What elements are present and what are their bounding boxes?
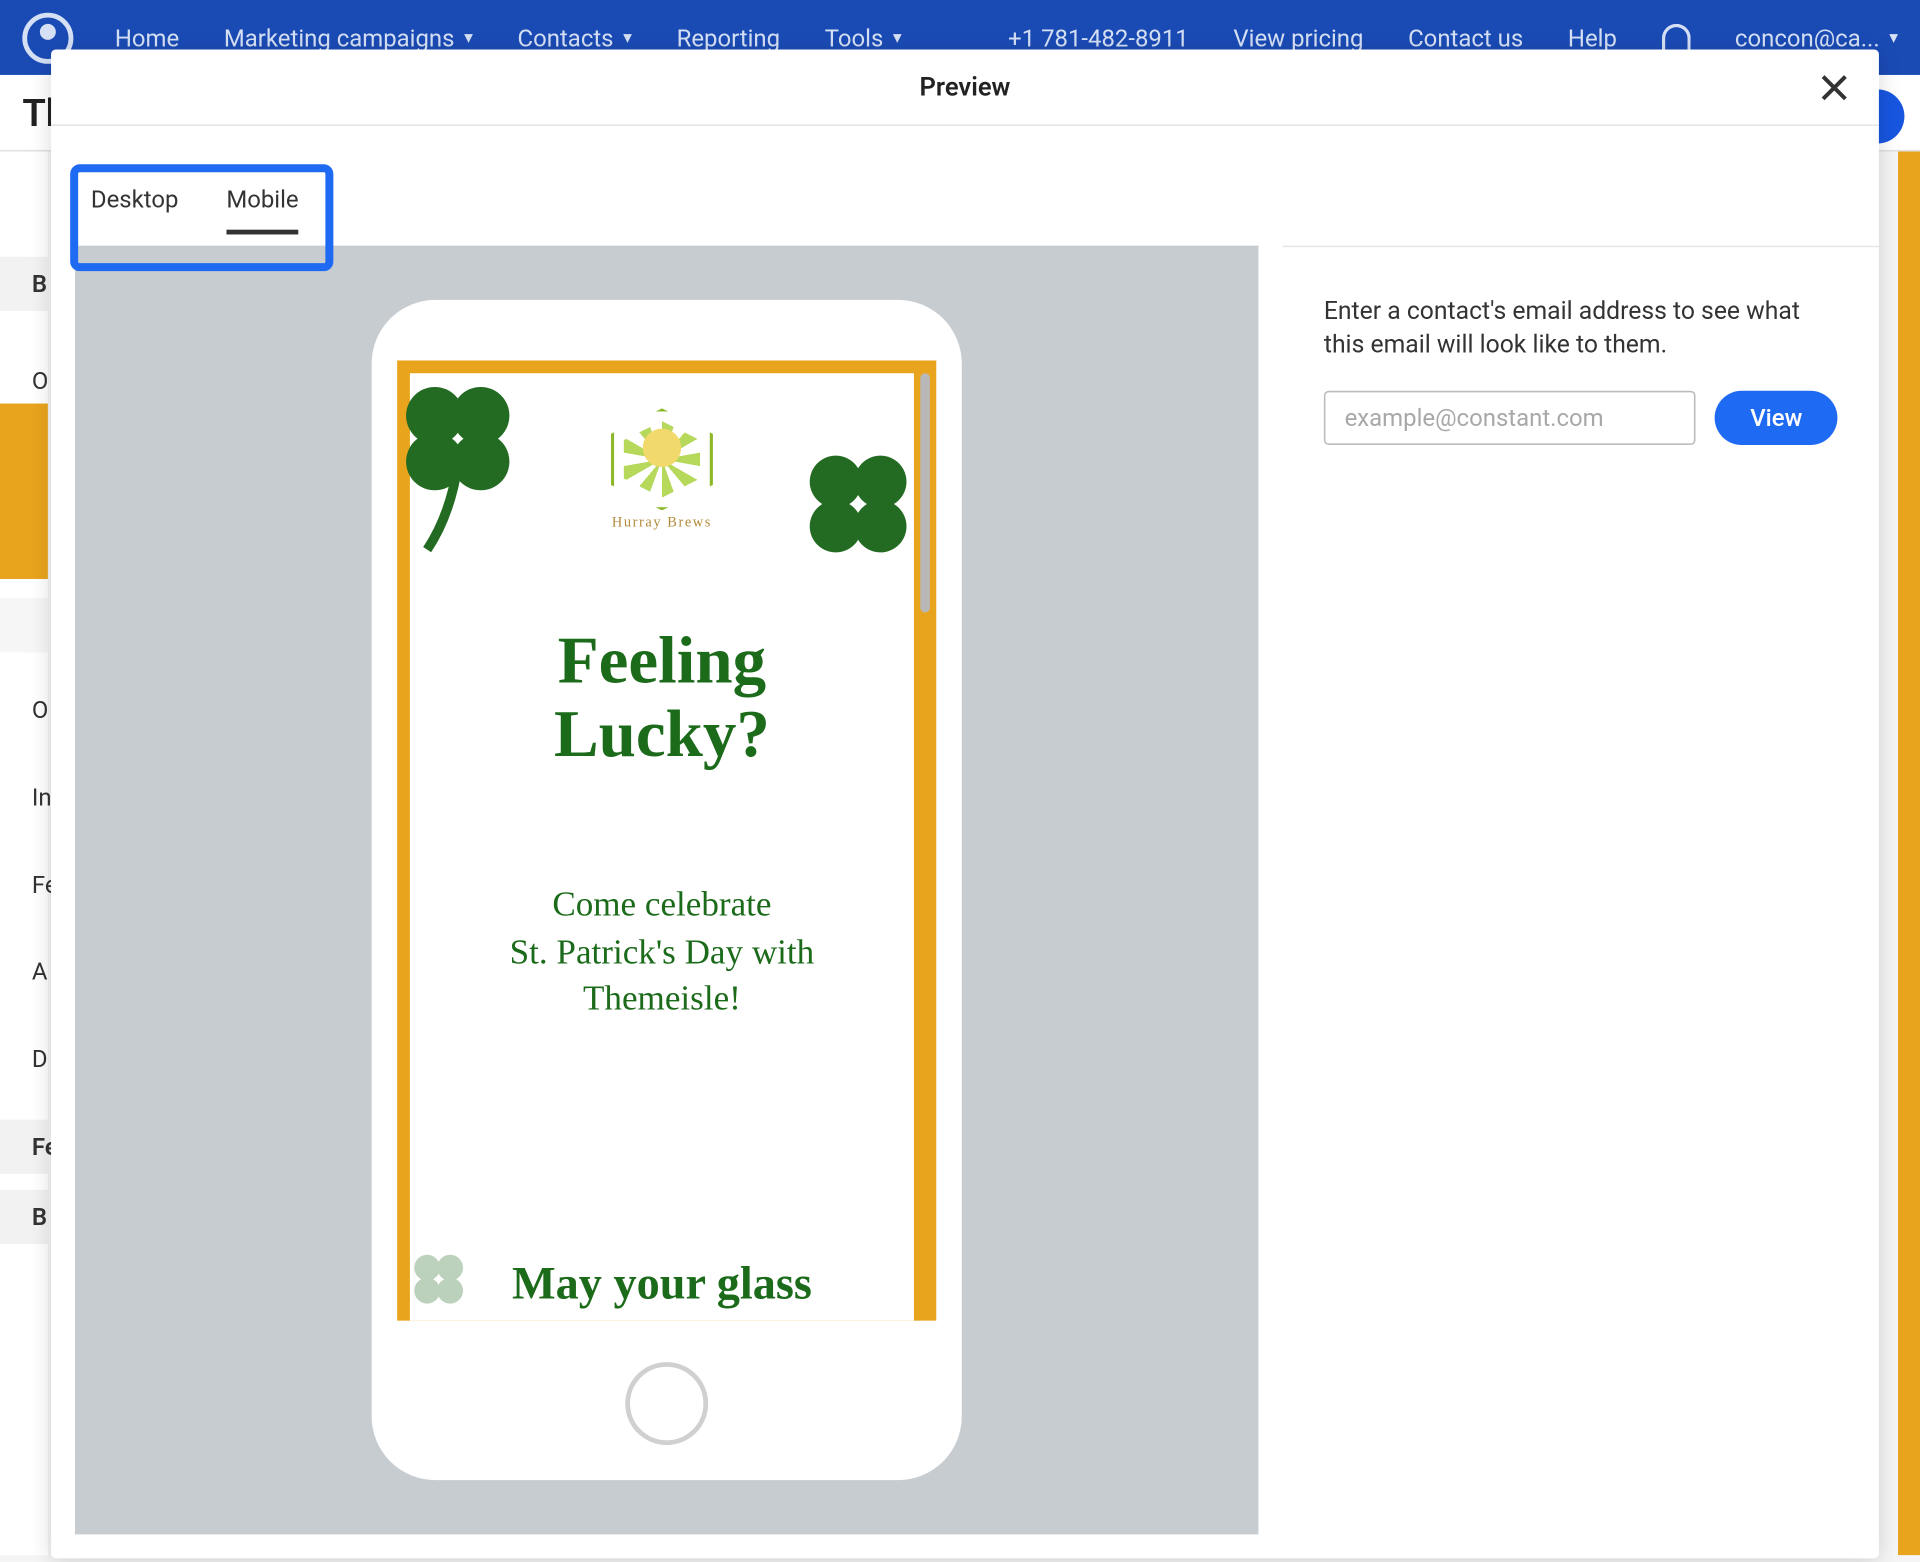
bg-sidebar: B O O In Fe A D Fe B [0,152,48,1556]
bg-yellow-strip [1898,152,1920,1556]
nav-label: Home [115,23,179,52]
modal-body: Desktop Mobile [51,126,1879,1558]
bg-side-item: A [0,944,48,998]
chevron-down-icon: ▾ [1889,27,1898,48]
bg-side-item: In [0,770,48,824]
bg-side-item: Fe [0,858,48,912]
preview-left: Desktop Mobile [51,126,1282,1558]
view-button[interactable]: View [1715,391,1837,445]
phone-home-button [625,1362,708,1445]
chevron-down-icon: ▾ [893,27,902,48]
phone-screen: Hurray Brews FeelingLucky? Come celebrat… [397,360,936,1320]
bg-side-item: B [0,1190,48,1244]
brand-logo: Hurray Brews [605,408,720,542]
user-label: concon@ca... [1735,23,1880,52]
bg-side-item: O [0,354,48,408]
nav-right: +1 781-482-8911 View pricing Contact us … [1008,23,1898,52]
email-lookup-row: View [1324,391,1838,445]
preview-canvas: Hurray Brews FeelingLucky? Come celebrat… [75,246,1258,1535]
nav-contacts[interactable]: Contacts ▾ [518,23,632,52]
contact-email-input[interactable] [1324,391,1696,445]
nav-home[interactable]: Home [115,23,179,52]
bg-side-item: B [0,257,48,311]
nav-contact-link[interactable]: Contact us [1408,23,1523,52]
user-menu[interactable]: concon@ca... ▾ [1735,23,1898,52]
modal-title: Preview [920,72,1011,102]
scrollbar[interactable] [920,373,930,612]
bell-icon[interactable] [1662,23,1691,52]
bg-side-item: D [0,1032,48,1086]
nav-label: Contacts [518,23,614,52]
email-headline: FeelingLucky? [410,625,914,772]
close-icon[interactable] [1818,72,1850,110]
modal-header: Preview [51,49,1879,126]
nav-reporting[interactable]: Reporting [677,23,781,52]
right-panel-text: Enter a contact's email address to see w… [1324,295,1838,362]
preview-right-panel: Enter a contact's email address to see w… [1282,246,1879,1559]
nav-label: Reporting [677,23,781,52]
nav-items: Home Marketing campaigns ▾ Contacts ▾ Repo… [115,23,902,52]
preview-modal: Preview Desktop Mobile [51,49,1879,1558]
email-subhead: Come celebrateSt. Patrick's Day withThem… [410,880,914,1022]
email-line3: May your glass [410,1258,914,1311]
email-body: Hurray Brews FeelingLucky? Come celebrat… [410,373,914,1320]
tab-desktop[interactable]: Desktop [91,185,179,234]
nav-help-link[interactable]: Help [1568,23,1617,52]
clover-icon [802,443,914,564]
nav-marketing[interactable]: Marketing campaigns ▾ [224,23,473,52]
nav-tools[interactable]: Tools ▾ [825,23,902,52]
bg-side-yellow [0,404,48,579]
nav-pricing-link[interactable]: View pricing [1233,23,1363,52]
nav-phone: +1 781-482-8911 [1008,23,1189,52]
tab-mobile[interactable]: Mobile [226,185,298,234]
tabs-container: Desktop Mobile [51,126,1282,246]
bg-side-item [0,598,48,652]
chevron-down-icon: ▾ [623,27,632,48]
bg-side-item: O [0,683,48,737]
nav-label: Marketing campaigns [224,23,455,52]
bg-side-item: Fe [0,1120,48,1174]
phone-frame: Hurray Brews FeelingLucky? Come celebrat… [372,300,962,1480]
chevron-down-icon: ▾ [464,27,473,48]
nav-label: Tools [825,23,884,52]
brand-label: Hurray Brews [605,514,720,530]
clover-icon [400,380,515,555]
